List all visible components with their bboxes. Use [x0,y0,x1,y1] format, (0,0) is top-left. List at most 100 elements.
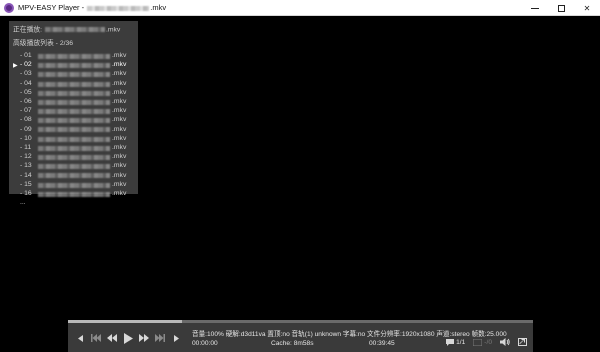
playlist-overlay: 正在播放: .mkv 高级播放列表 - 2/36 - 01 .mkv ▶ - 02 .m… [9,21,138,206]
volume-icon [500,338,510,346]
playlist-item[interactable]: ▶ - 02 .mkv [13,61,134,70]
current-item-marker: ▶ [13,62,18,69]
playback-controls [72,328,184,348]
minimize-button[interactable] [522,0,548,16]
playlist-item[interactable]: - 04 .mkv [13,79,134,88]
fast-forward-button[interactable] [136,330,152,346]
subtitle-count: 1/1 [456,338,466,346]
title-suffix: .mkv [150,3,167,12]
playlist-item-number: - 16 [20,189,32,197]
playlist-item-ext: .mkv [112,70,127,78]
playlist-item-name-blurred [38,53,110,59]
playlist-item-number: - 11 [20,143,32,151]
playlist-items: - 01 .mkv ▶ - 02 .mkv - 03 .mkv - 04 .mkv - 05 .mk… [13,52,134,199]
previous-button[interactable] [88,330,104,346]
playlist-item-ext: .mkv [112,52,127,60]
playlist-item-ext: .mkv [112,116,127,124]
current-time: 00:00:00 [192,340,218,347]
window-title: MPV-EASY Player - .mkv [18,3,166,12]
subtitle-icon [446,338,455,346]
playlist-item[interactable]: - 10 .mkv [13,135,134,144]
now-playing-ext: .mkv [105,26,121,34]
playlist-item-ext: .mkv [112,107,127,115]
playlist-item-ext: .mkv [112,125,127,133]
playlist-item[interactable]: - 05 .mkv [13,89,134,98]
now-playing: 正在播放: .mkv [13,26,134,34]
playlist-item-ext: .mkv [112,189,127,197]
playlist-item-number: - 08 [20,116,32,124]
playlist-item-name-blurred [38,118,110,124]
audio-track-button[interactable]: -/0 [473,338,492,346]
playlist-item[interactable]: - 09 .mkv [13,125,134,134]
playlist-item-name-blurred [38,63,110,69]
playlist-item[interactable]: - 07 .mkv [13,107,134,116]
fullscreen-button[interactable] [518,338,527,346]
playlist-item-ext: .mkv [112,79,127,87]
window-mode-icon [518,338,527,346]
app-logo-icon [4,2,14,13]
next-button[interactable] [152,330,168,346]
playlist-item-number: - 07 [20,107,32,115]
playlist-item-ext: .mkv [112,61,127,69]
playlist-item[interactable]: - 11 .mkv [13,144,134,153]
playlist-item[interactable]: - 16 .mkv [13,190,134,199]
playlist-item-name-blurred [38,72,110,78]
right-tools: 1/1 -/0 [438,338,527,346]
cache-status: Cache: 8m58s [271,340,314,347]
playlist-item[interactable]: - 03 .mkv [13,70,134,79]
playlist-item-number: - 15 [20,180,32,188]
seek-bar[interactable] [68,320,533,323]
rewind-icon [107,334,117,342]
playlist-header: 高级播放列表 - 2/36 [13,40,74,48]
close-icon: ✕ [583,3,591,13]
close-button[interactable]: ✕ [574,0,600,16]
playlist-more: ... [13,199,134,208]
rewind-button[interactable] [104,330,120,346]
now-playing-label: 正在播放: [13,26,43,34]
playlist-item[interactable]: - 13 .mkv [13,162,134,171]
control-bar: 音量:100% 硬解:d3d11va 置顶:no 音轨(1) unknown 字… [68,320,533,352]
playlist-item-number: - 14 [20,171,32,179]
fast-forward-icon [139,334,149,342]
playlist-item[interactable]: - 01 .mkv [13,52,134,61]
playlist-item-name-blurred [38,155,110,161]
playlist-item-name-blurred [38,81,110,87]
playlist-item-number: - 09 [20,125,32,133]
playlist-item[interactable]: - 12 .mkv [13,153,134,162]
caret-left-icon [77,334,83,342]
skip-next-icon [155,334,165,342]
minimize-icon [531,7,539,9]
playlist-item-ext: .mkv [112,180,127,188]
play-button[interactable] [120,330,136,346]
playlist-item-name-blurred [38,191,110,197]
playlist-item-ext: .mkv [112,143,127,151]
skip-previous-icon [91,334,101,342]
playlist-item-ext: .mkv [112,162,127,170]
volume-button[interactable] [500,338,510,346]
playlist-item-number: - 02 [20,61,32,69]
playlist-item[interactable]: - 15 .mkv [13,181,134,190]
playlist-item[interactable]: - 08 .mkv [13,116,134,125]
subtitle-button[interactable]: 1/1 [446,338,466,346]
playlist-item[interactable]: - 06 .mkv [13,98,134,107]
title-bar: MPV-EASY Player - .mkv ✕ [0,0,600,16]
playlist-item[interactable]: - 14 .mkv [13,171,134,180]
playlist-item-name-blurred [38,136,110,142]
playlist-item-number: - 01 [20,52,32,60]
playlist-item-name-blurred [38,90,110,96]
caret-right-icon [173,334,179,342]
next-frame-button[interactable] [168,330,184,346]
playlist-item-number: - 03 [20,70,32,78]
playlist-item-name-blurred [38,173,110,179]
playlist-item-number: - 05 [20,88,32,96]
playlist-item-ext: .mkv [112,153,127,161]
maximize-button[interactable] [548,0,574,16]
playlist-item-name-blurred [38,109,110,115]
title-prefix: MPV-EASY Player - [18,3,85,12]
window-controls: ✕ [522,0,600,16]
media-info: 音量:100% 硬解:d3d11va 置顶:no 音轨(1) unknown 字… [192,331,507,338]
seek-bar-fill [68,320,182,323]
prev-frame-button[interactable] [72,330,88,346]
playlist-item-ext: .mkv [112,88,127,96]
playlist-item-number: - 12 [20,153,32,161]
